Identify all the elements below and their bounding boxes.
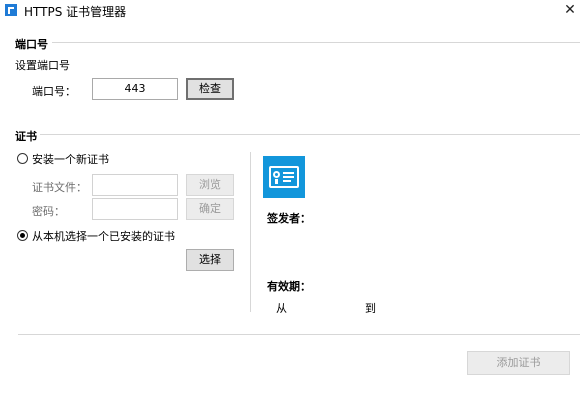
cert-panel-divider: [250, 152, 251, 312]
port-label: 端口号：: [32, 85, 76, 98]
confirm-button[interactable]: 确定: [186, 198, 234, 220]
password-label: 密码：: [32, 205, 65, 218]
issuer-label: 签发者：: [267, 212, 311, 225]
port-subheading: 设置端口号: [15, 59, 70, 72]
select-button[interactable]: 选择: [186, 249, 234, 271]
https-cert-manager-window: HTTPS 证书管理器 ✕ 端口号 设置端口号 端口号： 443 检查 证书 安…: [0, 0, 584, 402]
cert-section-heading: 证书: [15, 130, 37, 143]
password-input[interactable]: [92, 198, 178, 220]
title-bar: HTTPS 证书管理器 ✕: [0, 0, 584, 22]
install-new-label[interactable]: 安装一个新证书: [32, 151, 109, 167]
cert-file-input[interactable]: [92, 174, 178, 196]
choose-installed-label[interactable]: 从本机选择一个已安装的证书: [32, 228, 175, 244]
cert-file-label: 证书文件：: [32, 181, 87, 194]
window-title: HTTPS 证书管理器: [24, 5, 127, 19]
app-icon: [5, 4, 17, 16]
port-section-divider: [52, 42, 580, 43]
cert-section-divider: [40, 134, 580, 135]
close-button[interactable]: ✕: [556, 0, 584, 22]
install-new-radio[interactable]: [17, 153, 28, 164]
footer-divider: [18, 334, 580, 335]
add-cert-button[interactable]: 添加证书: [467, 351, 570, 375]
certificate-icon: [263, 156, 305, 198]
port-section-heading: 端口号: [15, 38, 48, 51]
check-button[interactable]: 检查: [186, 78, 234, 100]
validity-to-label: 到: [365, 302, 376, 315]
choose-installed-radio[interactable]: [17, 230, 28, 241]
validity-label: 有效期：: [267, 280, 311, 293]
validity-from-label: 从: [276, 302, 287, 315]
browse-button[interactable]: 浏览: [186, 174, 234, 196]
port-input[interactable]: 443: [92, 78, 178, 100]
